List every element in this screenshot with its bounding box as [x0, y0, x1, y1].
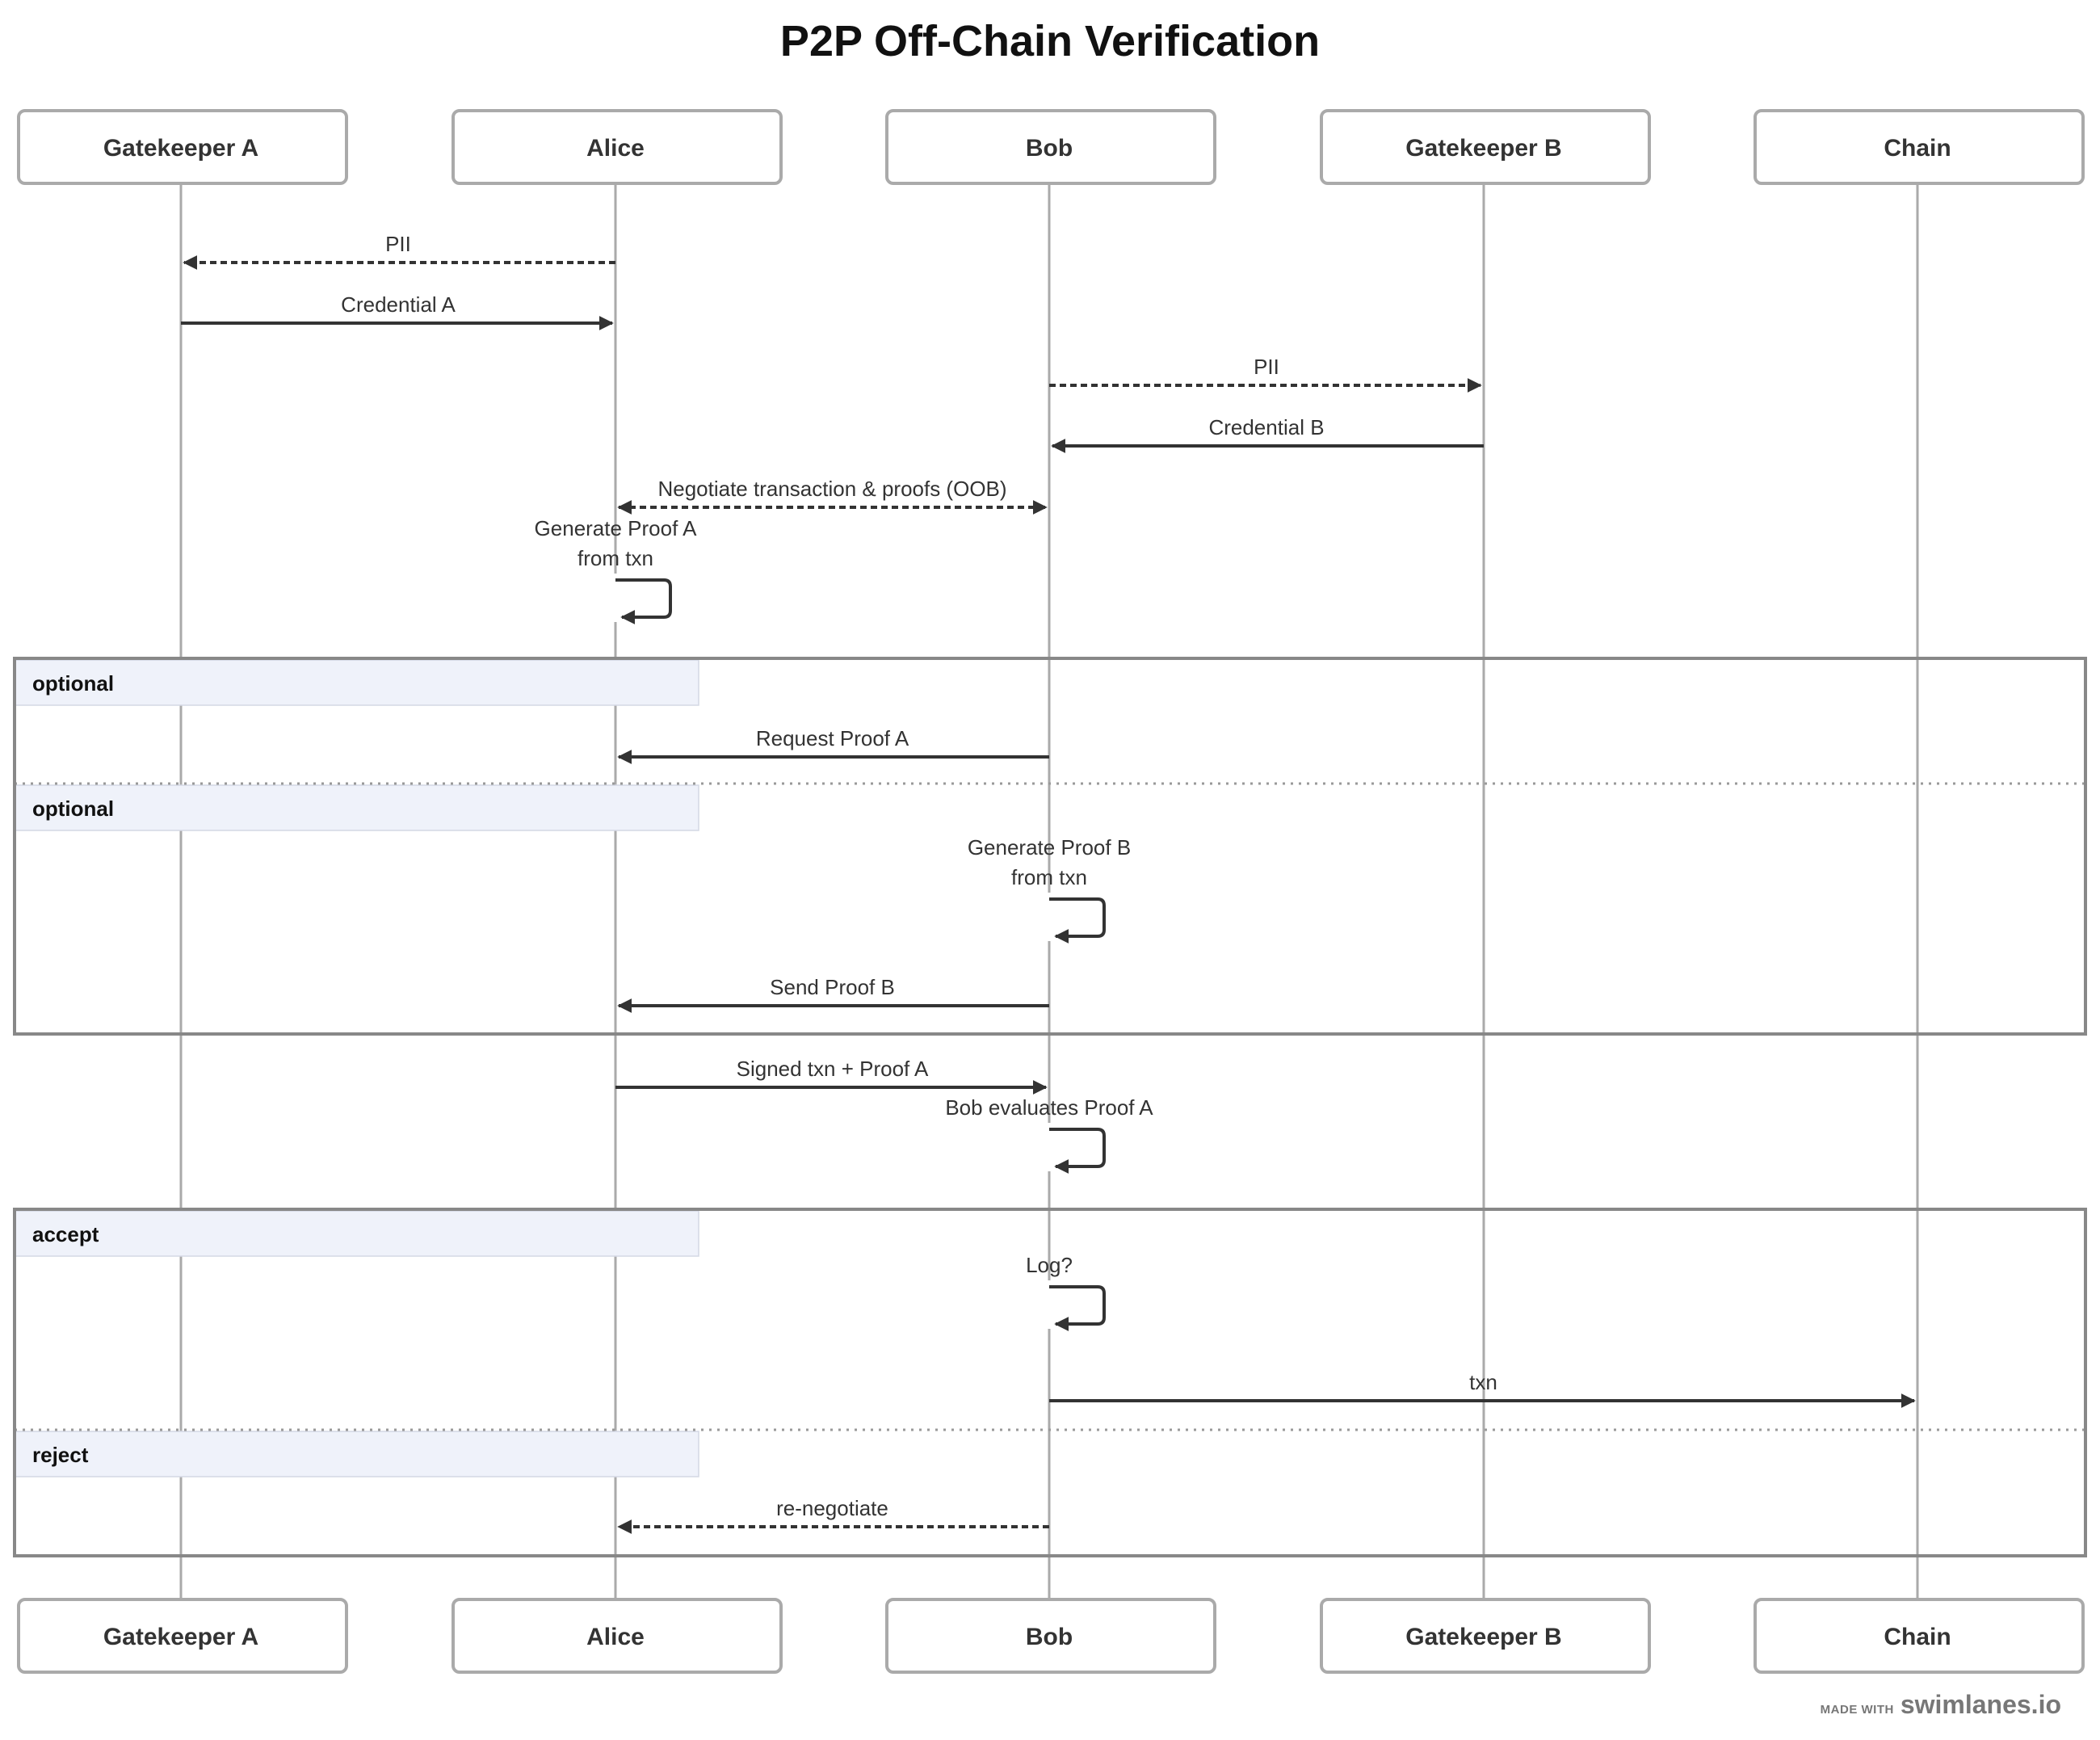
actor-box-bottom[interactable]: Alice [452, 1598, 783, 1674]
actor-box-bottom[interactable]: Chain [1754, 1598, 2085, 1674]
actor-label: Alice [586, 1624, 645, 1650]
made-with-label: MADE WITH [1820, 1703, 1894, 1717]
message-label: Send Proof B [770, 975, 895, 999]
actor-label: Chain [1884, 135, 1951, 162]
message: Log? [1026, 1253, 1106, 1331]
frame-header [15, 659, 699, 706]
message: PII [1049, 355, 1482, 393]
actor-box-bottom[interactable]: Gatekeeper A [17, 1598, 348, 1674]
frame-header [15, 784, 699, 831]
self-arrow [1049, 1128, 1106, 1174]
message-label: from txn [578, 546, 653, 570]
message: Generate Proof A from txn [535, 516, 698, 624]
message: Bob evaluates Proof A [945, 1095, 1153, 1174]
actor-box-bottom[interactable]: Bob [885, 1598, 1216, 1674]
actor-label: Gatekeeper A [103, 135, 258, 162]
self-arrow [1049, 1285, 1106, 1331]
actor-label: Gatekeeper A [103, 1624, 258, 1650]
message-label: Signed txn + Proof A [737, 1057, 929, 1081]
actor-label: Chain [1884, 1624, 1951, 1650]
actor-label: Bob [1026, 135, 1073, 162]
self-arrow [1049, 897, 1106, 944]
message: Credential A [181, 292, 614, 330]
message-label: txn [1469, 1370, 1497, 1394]
sequence-diagram: optional optional accept reject PII Credentia… [13, 109, 2087, 1674]
message-label: Credential B [1208, 415, 1324, 439]
message-label: Generate Proof A [535, 516, 698, 540]
frame-label: optional [32, 671, 114, 696]
actor-label: Bob [1026, 1624, 1073, 1650]
message: txn [1049, 1370, 1916, 1408]
message-label: PII [1254, 355, 1279, 379]
message-label: from txn [1011, 865, 1087, 889]
frame-header [15, 1431, 699, 1477]
actor-label: Gatekeeper B [1405, 1624, 1561, 1650]
actor-box-top[interactable]: Gatekeeper B [1320, 109, 1651, 185]
message: Signed txn + Proof A [615, 1057, 1048, 1095]
message-label: Bob evaluates Proof A [945, 1095, 1153, 1120]
message: Generate Proof B from txn [968, 835, 1131, 944]
message-label: Generate Proof B [968, 835, 1131, 859]
message: re-negotiate [617, 1496, 1049, 1534]
frame-label: accept [32, 1222, 99, 1246]
frame-label: optional [32, 796, 114, 821]
actor-box-bottom[interactable]: Gatekeeper B [1320, 1598, 1651, 1674]
message-label: Credential A [341, 292, 456, 317]
actor-box-top[interactable]: Bob [885, 109, 1216, 185]
message: Request Proof A [617, 726, 1049, 764]
message-label: Negotiate transaction & proofs (OOB) [657, 477, 1006, 501]
message-label: Log? [1026, 1253, 1073, 1277]
message-label: Request Proof A [756, 726, 909, 750]
message: Credential B [1051, 415, 1484, 453]
message: Send Proof B [617, 975, 1049, 1013]
footer-branding[interactable]: MADE WITH swimlanes.io [1821, 1690, 2061, 1720]
frame-header [15, 1210, 699, 1257]
actor-label: Alice [586, 135, 645, 162]
actor-label: Gatekeeper B [1405, 135, 1561, 162]
frame-label: reject [32, 1443, 89, 1467]
message: Negotiate transaction & proofs (OOB) [617, 477, 1048, 515]
message: PII [183, 232, 615, 270]
actor-box-top[interactable]: Alice [452, 109, 783, 185]
actor-box-top[interactable]: Chain [1754, 109, 2085, 185]
message-label: PII [385, 232, 411, 256]
actor-box-top[interactable]: Gatekeeper A [17, 109, 348, 185]
self-arrow [615, 578, 672, 624]
message-label: re-negotiate [776, 1496, 888, 1520]
brand-link[interactable]: swimlanes.io [1900, 1690, 2061, 1719]
